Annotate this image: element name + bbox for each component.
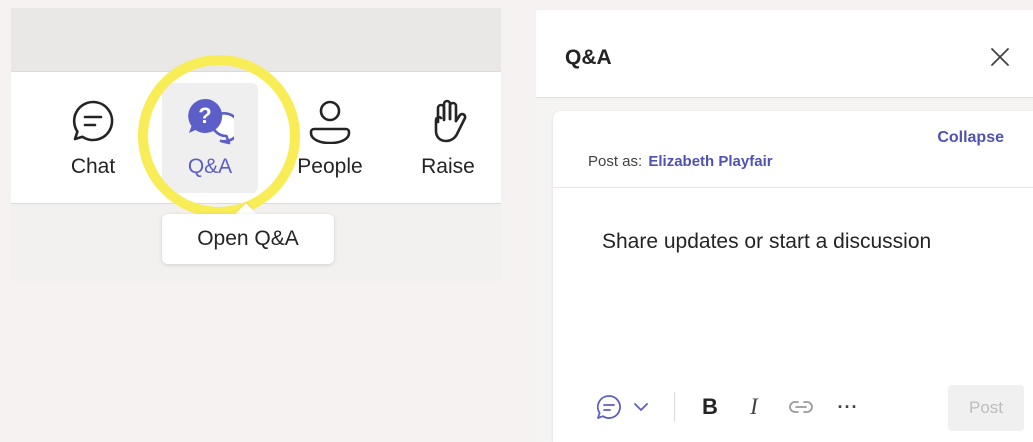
qa-icon: ? — [185, 96, 235, 146]
svg-text:?: ? — [198, 103, 211, 128]
chat-button[interactable]: Chat — [45, 83, 141, 193]
meeting-toolbar-area: Chat ? Q&A People Raise Open Q&A — [11, 8, 501, 281]
chevron-down-icon — [634, 403, 648, 411]
meeting-top-bar — [11, 8, 501, 71]
collapse-link[interactable]: Collapse — [937, 129, 1004, 147]
post-as-name[interactable]: Elizabeth Playfair — [648, 153, 772, 170]
qa-button[interactable]: ? Q&A — [162, 83, 258, 193]
compose-divider — [553, 187, 1033, 188]
link-button[interactable] — [786, 390, 816, 424]
link-icon — [789, 401, 813, 413]
qa-side-panel: Q&A Collapse Post as: Elizabeth Playfair… — [536, 10, 1033, 442]
more-options-button[interactable]: ··· — [834, 390, 862, 424]
raise-hand-button[interactable]: Raise — [400, 83, 496, 193]
people-button-label: People — [297, 155, 363, 178]
close-icon — [991, 48, 1009, 66]
post-button[interactable]: Post — [948, 385, 1024, 431]
compose-box: Collapse Post as: Elizabeth Playfair Sha… — [553, 111, 1033, 442]
chat-icon — [68, 96, 118, 146]
qa-button-label: Q&A — [187, 155, 233, 178]
post-as-label: Post as: — [588, 153, 643, 170]
chat-bubble-icon — [596, 395, 621, 419]
message-input[interactable]: Share updates or start a discussion — [602, 230, 931, 254]
post-type-dropdown[interactable] — [590, 390, 656, 424]
toolbar-separator — [674, 392, 675, 422]
raise-hand-button-label: Raise — [421, 155, 475, 178]
meeting-controls-toolbar: Chat ? Q&A People Raise — [11, 71, 501, 204]
people-icon — [305, 96, 355, 146]
raise-hand-icon — [423, 96, 473, 146]
panel-title: Q&A — [565, 46, 612, 69]
qa-panel-header: Q&A — [536, 10, 1033, 98]
italic-button[interactable]: I — [741, 390, 767, 424]
post-as-row: Post as: Elizabeth Playfair — [588, 153, 773, 170]
bold-button[interactable]: B — [697, 390, 723, 424]
close-button[interactable] — [989, 46, 1011, 68]
chat-button-label: Chat — [70, 155, 116, 178]
open-qa-tooltip: Open Q&A — [162, 214, 334, 264]
people-button[interactable]: People — [282, 83, 378, 193]
